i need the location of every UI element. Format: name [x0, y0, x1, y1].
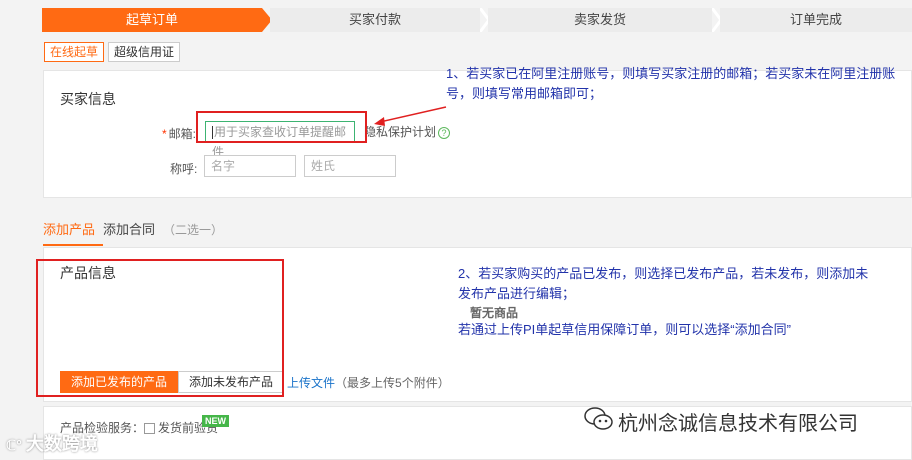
annotation-arrow-icon: [374, 106, 447, 126]
order-steps: 起草订单 买家付款 卖家发货 订单完成: [42, 8, 912, 32]
wechat-icon: [584, 406, 614, 435]
tab-add-contract[interactable]: 添加合同: [103, 220, 155, 246]
choose-one-note: （二选一）: [163, 223, 224, 237]
empty-products-text: 暂无商品: [470, 306, 519, 320]
pre-shipment-checkbox[interactable]: [144, 423, 156, 435]
step-buyer-pay: 买家付款: [270, 8, 480, 32]
email-label: * 邮箱:: [162, 127, 197, 141]
salutation-label: 称呼:: [170, 162, 198, 176]
annotation-contract: 若通过上传PI单起草信用保障订单，则可以选择“添加合同”: [458, 322, 791, 337]
tab-add-product[interactable]: 添加产品: [43, 220, 103, 246]
tab-super-credit[interactable]: 超级信用证: [108, 42, 181, 62]
brand-watermark: ℂ° 大数跨境: [6, 434, 98, 454]
upload-row: 上传文件（最多上传5个附件）: [287, 374, 450, 391]
annotation-email: 1、若买家已在阿里注册账号，则填写买家注册的邮箱；若买家未在阿里注册账号，则填写…: [446, 66, 896, 101]
company-watermark: 杭州念诚信息技术有限公司: [618, 413, 858, 435]
new-badge: NEW: [202, 415, 229, 427]
tab-online-draft[interactable]: 在线起草: [44, 42, 105, 62]
email-highlight-box: [196, 111, 367, 143]
buyer-info-title: 买家信息: [60, 91, 116, 107]
upload-note: （最多上传5个附件）: [335, 376, 450, 390]
last-name-field[interactable]: 姓氏: [304, 155, 396, 177]
step-draft-order: 起草订单: [42, 8, 262, 32]
first-name-field[interactable]: 名字: [204, 155, 296, 177]
annotation-product: 2、若买家购买的产品已发布，则选择已发布产品，若未发布，则添加未发布产品进行编辑…: [458, 266, 869, 301]
step-order-complete: 订单完成: [720, 8, 912, 32]
product-highlight-box: [36, 259, 284, 397]
step-seller-ship: 卖家发货: [488, 8, 712, 32]
upload-file-link[interactable]: 上传文件: [287, 376, 335, 390]
mode-tabs: 在线起草 超级信用证: [44, 42, 184, 62]
